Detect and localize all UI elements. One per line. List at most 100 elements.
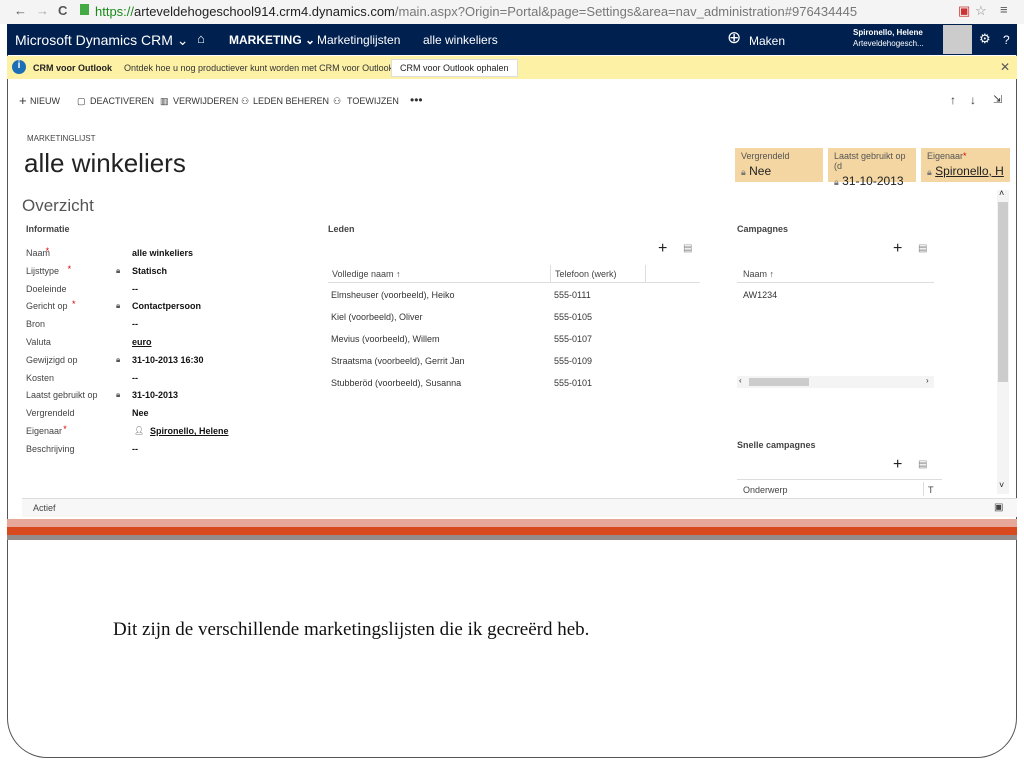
add-quick-campaign-icon[interactable]: + bbox=[893, 456, 902, 474]
reload-icon[interactable]: C bbox=[58, 3, 67, 18]
home-icon[interactable]: ⌂ bbox=[197, 31, 205, 46]
field-row: Gewijzigd op 🔒︎ 31-10-2013 16:30 bbox=[26, 355, 306, 372]
assign-button[interactable]: TOEWIJZEN bbox=[347, 96, 399, 106]
field-row: Bron -- bbox=[26, 319, 306, 336]
address-bar[interactable]: https://arteveldehogeschool914.crm4.dyna… bbox=[95, 4, 857, 19]
field-value: 31-10-2013 bbox=[132, 390, 179, 401]
grid-view-icon[interactable]: ▤ bbox=[683, 243, 692, 254]
trash-icon: ▥ bbox=[160, 96, 169, 106]
column-name[interactable]: Volledige naam ↑ bbox=[332, 269, 401, 279]
campaign-row[interactable]: AW1234 bbox=[743, 290, 777, 300]
scroll-down-icon[interactable]: ˅ bbox=[999, 480, 1004, 490]
field-label: Eigenaar bbox=[26, 426, 63, 436]
expand-icon[interactable]: ⇲ bbox=[993, 93, 1002, 106]
new-button[interactable]: NIEUW bbox=[30, 96, 60, 106]
lock-icon: 🔒︎ bbox=[116, 354, 121, 364]
member-phone: 555-0101 bbox=[554, 378, 593, 388]
member-phone: 555-0107 bbox=[554, 334, 593, 344]
column-name[interactable]: Naam ↑ bbox=[743, 269, 774, 279]
field-row: Eigenaar * 👤︎ Spironello, Helene bbox=[26, 424, 229, 436]
field-value[interactable]: Spironello, Helene bbox=[150, 426, 229, 436]
column-type[interactable]: T bbox=[923, 482, 934, 496]
extension-icon[interactable]: ▣ bbox=[958, 3, 970, 19]
deactivate-button[interactable]: DEACTIVEREN bbox=[90, 96, 154, 106]
create-button[interactable]: Maken bbox=[749, 34, 785, 48]
delete-button[interactable]: VERWIJDEREN bbox=[173, 96, 238, 106]
section-title: Overzicht bbox=[22, 196, 94, 215]
tile-label: Vergrendeld bbox=[741, 151, 790, 161]
field-value: 31-10-2013 16:30 bbox=[132, 354, 204, 365]
help-icon[interactable]: ? bbox=[1003, 33, 1010, 47]
scroll-thumb[interactable] bbox=[749, 378, 809, 386]
column-subject[interactable]: Onderwerp bbox=[743, 485, 788, 495]
members-title: Leden bbox=[328, 224, 355, 234]
menu-icon[interactable]: ≡ bbox=[1000, 2, 1008, 17]
field-row: Laatst gebruikt op 🔒︎ 31-10-2013 bbox=[26, 390, 306, 407]
back-icon[interactable]: ← bbox=[14, 3, 27, 18]
lock-icon: 🔒︎ bbox=[927, 167, 932, 177]
member-name[interactable]: Straatsma (voorbeeld), Gerrit Jan bbox=[331, 356, 465, 366]
field-row: Lijsttype * 🔒︎ Statisch bbox=[26, 263, 168, 276]
field-row: Vergrendeld Nee bbox=[26, 408, 306, 425]
manage-members-button[interactable]: LEDEN BEHEREN bbox=[253, 96, 329, 106]
horizontal-scrollbar[interactable]: ‹ › bbox=[737, 376, 934, 388]
avatar[interactable] bbox=[943, 25, 972, 54]
command-bar: + NIEUW ▢ DEACTIVEREN ▥ VERWIJDEREN ⚇ LE… bbox=[7, 88, 1017, 112]
entity-label: MARKETINGLIJST bbox=[27, 134, 96, 143]
scroll-left-icon[interactable]: ‹ bbox=[739, 376, 742, 385]
more-icon[interactable]: ••• bbox=[410, 93, 423, 107]
plus-circle-icon[interactable]: ⊕ bbox=[727, 28, 741, 48]
member-phone: 555-0109 bbox=[554, 356, 593, 366]
save-icon[interactable]: ▣ bbox=[994, 502, 1003, 513]
brand[interactable]: Microsoft Dynamics CRM ⌄ bbox=[15, 32, 189, 49]
campaigns-title: Campagnes bbox=[737, 224, 789, 234]
member-name[interactable]: Kiel (voorbeeld), Oliver bbox=[331, 312, 423, 322]
field-value: Statisch bbox=[132, 265, 168, 276]
field-label: Laatst gebruikt op bbox=[26, 390, 98, 401]
user-name[interactable]: Spironello, Helene bbox=[853, 28, 923, 37]
notification-title: CRM voor Outlook bbox=[33, 63, 112, 73]
quick-campaigns-header: Onderwerp T bbox=[737, 479, 942, 497]
forward-icon[interactable]: → bbox=[36, 3, 49, 18]
tile-locked: Vergrendeld 🔒︎ Nee bbox=[735, 148, 823, 182]
stripe-gray bbox=[7, 535, 1017, 540]
status-text: Actief bbox=[33, 503, 56, 513]
scroll-thumb[interactable] bbox=[998, 202, 1008, 382]
get-outlook-button[interactable]: CRM voor Outlook ophalen bbox=[391, 59, 518, 77]
gear-icon[interactable]: ⚙ bbox=[979, 31, 991, 47]
member-name[interactable]: Elmsheuser (voorbeeld), Heiko bbox=[331, 290, 455, 300]
field-label: Kosten bbox=[26, 372, 55, 383]
lock-icon: 🔒︎ bbox=[116, 301, 121, 311]
field-value[interactable]: euro bbox=[132, 337, 152, 347]
field-label: Vergrendeld bbox=[26, 408, 75, 419]
field-value: Contactpersoon bbox=[132, 301, 202, 312]
arrow-down-icon[interactable]: ↓ bbox=[970, 93, 976, 107]
lock-icon bbox=[80, 4, 89, 15]
vertical-scrollbar[interactable]: ˄ ˅ bbox=[997, 188, 1009, 494]
field-value: -- bbox=[132, 443, 138, 454]
stripe-light bbox=[7, 519, 1017, 527]
star-icon[interactable]: ☆ bbox=[975, 3, 987, 19]
owner-link[interactable]: Spironello, H bbox=[935, 164, 1004, 178]
add-campaign-icon[interactable]: + bbox=[893, 240, 902, 258]
member-name[interactable]: Stubberöd (voorbeeld), Susanna bbox=[331, 378, 461, 388]
stripe-orange bbox=[7, 527, 1017, 535]
tile-last-used: Laatst gebruikt op (d 🔒︎ 31-10-2013 bbox=[828, 148, 916, 188]
close-icon[interactable]: ✕ bbox=[1000, 60, 1010, 74]
grid-view-icon[interactable]: ▤ bbox=[918, 243, 927, 254]
member-name[interactable]: Mevius (voorbeeld), Willem bbox=[331, 334, 440, 344]
scroll-right-icon[interactable]: › bbox=[926, 376, 929, 385]
add-member-icon[interactable]: + bbox=[658, 240, 667, 258]
members-grid-header: Volledige naam ↑ Telefoon (werk) bbox=[328, 265, 700, 283]
grid-view-icon[interactable]: ▤ bbox=[918, 459, 927, 470]
entity-menu[interactable]: Marketinglijsten bbox=[317, 33, 400, 47]
area-menu[interactable]: MARKETING ⌄ bbox=[229, 33, 315, 47]
status-bar: Actief ▣ bbox=[22, 498, 1017, 517]
arrow-up-icon[interactable]: ↑ bbox=[950, 93, 956, 107]
scroll-up-icon[interactable]: ˄ bbox=[999, 188, 1004, 198]
record-menu[interactable]: alle winkeliers bbox=[423, 33, 498, 47]
quick-campaigns-title: Snelle campagnes bbox=[737, 440, 816, 450]
field-row: Valuta euro bbox=[26, 337, 306, 354]
column-phone[interactable]: Telefoon (werk) bbox=[550, 265, 621, 282]
lock-icon: 🔒︎ bbox=[834, 177, 839, 187]
